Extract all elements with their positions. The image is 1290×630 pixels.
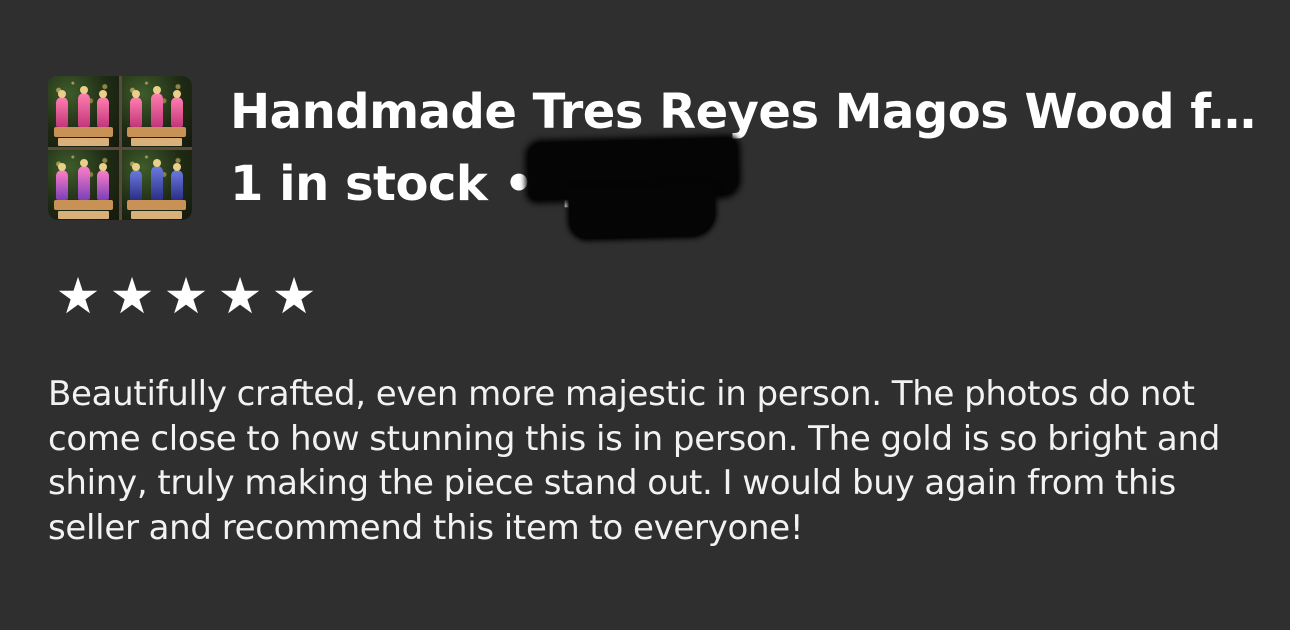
review-card: Handmade Tres Reyes Magos Wood f... 1 in… bbox=[0, 0, 1290, 630]
star-rating: ★ ★ ★ ★ ★ bbox=[52, 270, 320, 322]
star-icon: ★ bbox=[163, 267, 209, 325]
thumbnail-tile bbox=[48, 149, 119, 220]
product-title[interactable]: Handmade Tres Reyes Magos Wood f... bbox=[230, 84, 1260, 140]
star-icon: ★ bbox=[55, 267, 101, 325]
redaction-mark bbox=[527, 137, 739, 201]
star-icon: ★ bbox=[217, 267, 263, 325]
star-icon: ★ bbox=[109, 267, 155, 325]
thumbnail-tile bbox=[121, 149, 192, 220]
star-icon: ★ bbox=[271, 267, 317, 325]
product-thumbnail[interactable] bbox=[48, 76, 192, 220]
thumbnail-tile bbox=[121, 76, 192, 147]
thumbnail-tile bbox=[48, 76, 119, 147]
review-text: Beautifully crafted, even more majestic … bbox=[48, 374, 1220, 548]
